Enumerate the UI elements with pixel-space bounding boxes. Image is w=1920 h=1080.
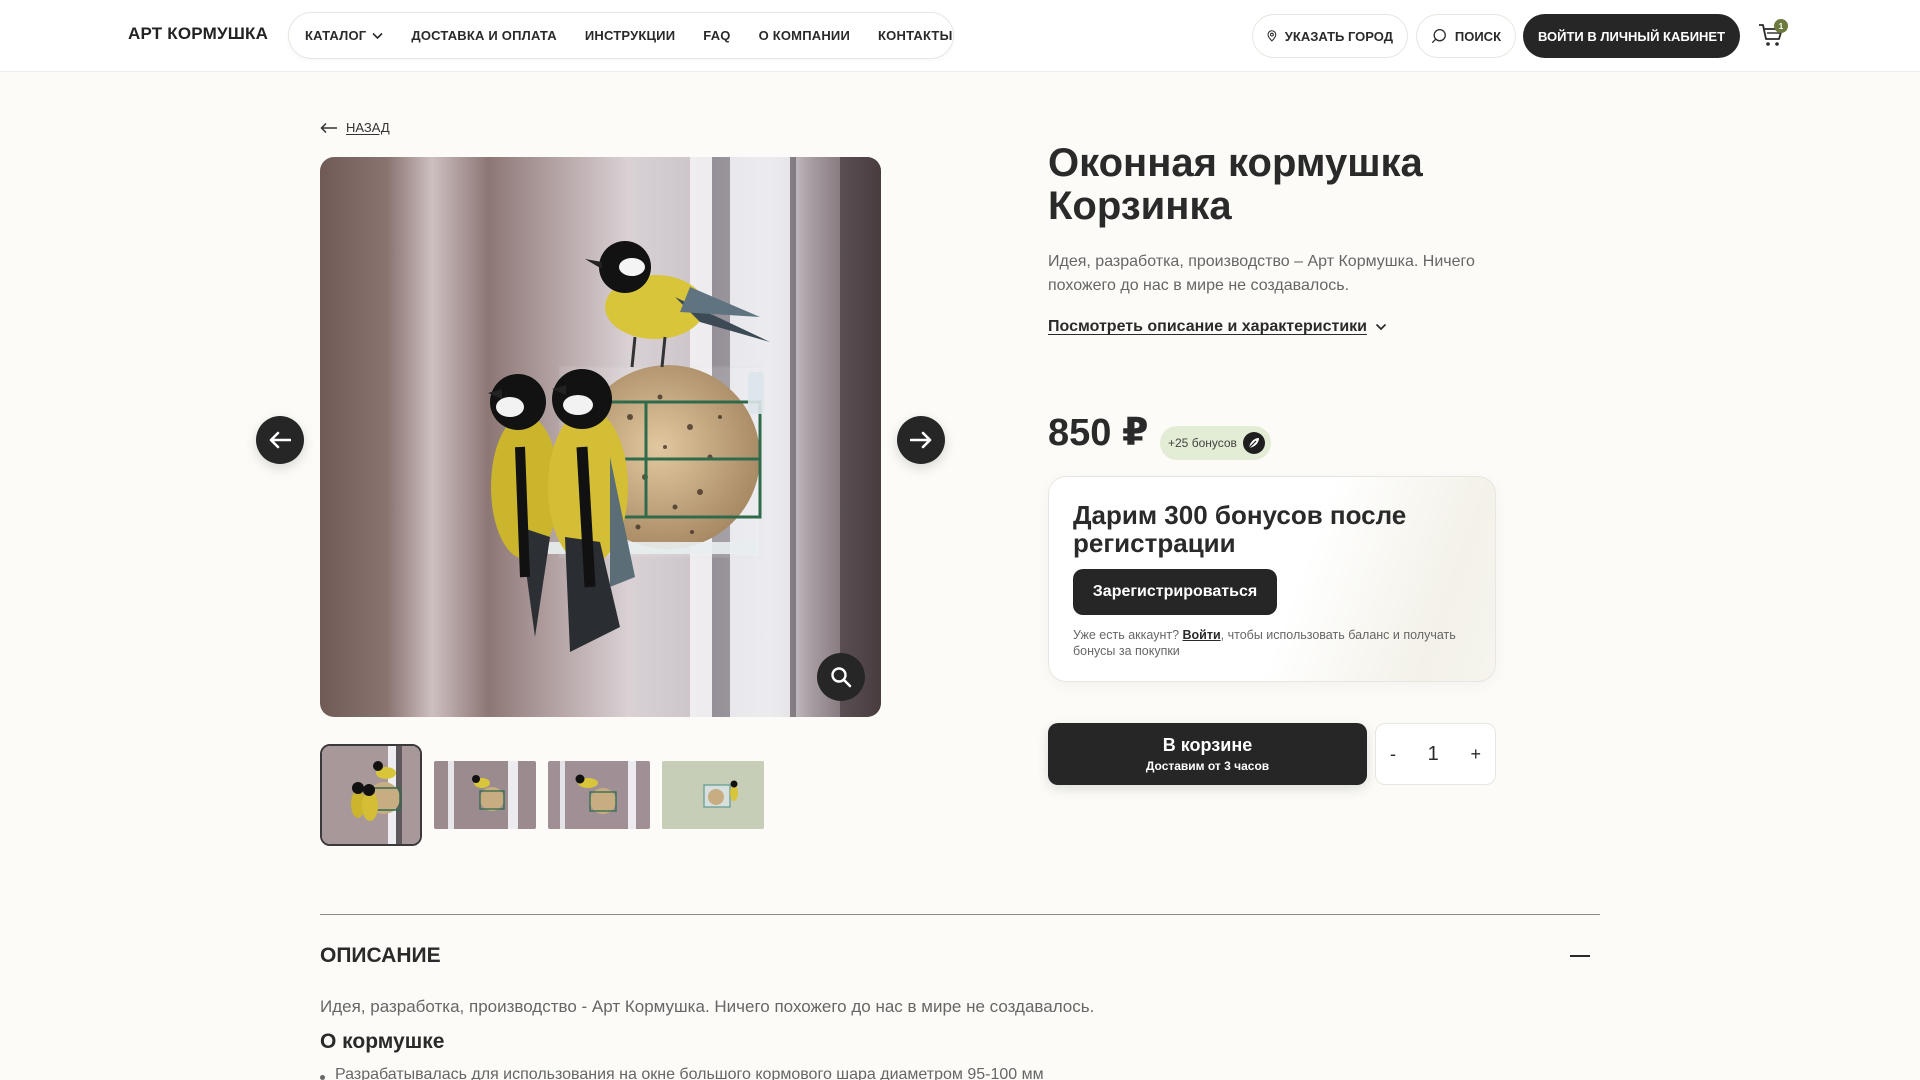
product-photo (320, 157, 881, 717)
nav-item-delivery[interactable]: ДОСТАВКА И ОПЛАТА (397, 28, 570, 43)
gallery-next-button[interactable] (897, 416, 945, 464)
nav-item-faq[interactable]: FAQ (689, 28, 744, 43)
quantity-decrease-button[interactable]: - (1390, 744, 1396, 765)
nav-item-about[interactable]: О КОМПАНИИ (745, 28, 864, 43)
details-link[interactable]: Посмотреть описание и характеристики (1048, 318, 1387, 336)
search-button[interactable]: ПОИСК (1416, 14, 1516, 58)
thumbnail[interactable] (548, 761, 650, 829)
bonus-label: +25 бонусов (1168, 436, 1237, 450)
search-icon (1431, 29, 1446, 43)
product-price: 850 ₽ (1048, 412, 1149, 454)
quantity-stepper: - 1 + (1375, 723, 1496, 785)
delivery-note: Доставим от 3 часов (1145, 759, 1270, 773)
promo-login-link[interactable]: Войти (1183, 628, 1221, 642)
chevron-down-icon (1375, 323, 1387, 331)
section-divider (320, 914, 1600, 915)
description-section-title[interactable]: ОПИСАНИЕ (320, 944, 441, 968)
register-button[interactable]: Зарегистрироваться (1073, 569, 1277, 615)
bullet-dot (320, 1075, 325, 1080)
city-selector-button[interactable]: УКАЗАТЬ ГОРОД (1252, 14, 1408, 58)
arrow-right-icon (910, 431, 932, 449)
arrow-left-icon (320, 122, 337, 133)
header: АРТ КОРМУШКА КАТАЛОГ ДОСТАВКА И ОПЛАТА И… (0, 0, 1920, 72)
zoom-button[interactable] (817, 653, 865, 701)
nav-item-label: КАТАЛОГ (305, 28, 367, 43)
registration-promo-card: Дарим 300 бонусов после регистрации Заре… (1048, 476, 1496, 682)
promo-note: Уже есть аккаунт? Войти, чтобы использов… (1073, 627, 1473, 659)
product-short-description: Идея, разработка, производство – Арт Кор… (1048, 253, 1475, 294)
login-button[interactable]: ВОЙТИ В ЛИЧНЫЙ КАБИНЕТ (1523, 14, 1740, 58)
in-cart-label: В корзине (1162, 735, 1253, 755)
chevron-down-icon (372, 32, 383, 39)
city-label: УКАЗАТЬ ГОРОД (1284, 28, 1393, 44)
nav-item-instructions[interactable]: ИНСТРУКЦИИ (571, 28, 689, 43)
minus-icon[interactable] (1570, 955, 1590, 957)
thumbnail[interactable] (662, 761, 764, 829)
list-item-text: Разрабатывалась для использования на окн… (335, 1066, 1044, 1080)
search-label: ПОИСК (1454, 28, 1501, 44)
thumbnail-strip (320, 744, 764, 846)
back-link[interactable]: НАЗАД (320, 120, 390, 135)
cart-button[interactable]: 1 (1758, 19, 1788, 50)
quantity-value: 1 (1427, 742, 1439, 765)
gallery-prev-button[interactable] (256, 416, 304, 464)
logo[interactable]: АРТ КОРМУШКА (128, 24, 268, 44)
nav-item-catalog[interactable]: КАТАЛОГ (305, 28, 397, 43)
thumbnail[interactable] (320, 744, 422, 846)
product-title: Оконная кормушка Корзинка (1048, 141, 1423, 228)
thumbnail[interactable] (434, 761, 536, 829)
cart-count-badge: 1 (1774, 19, 1788, 33)
zoom-icon (831, 667, 852, 688)
list-item: Разрабатывалась для использования на окн… (320, 1066, 1044, 1080)
arrow-left-icon (269, 431, 291, 449)
in-cart-button[interactable]: В корзине Доставим от 3 часов (1048, 723, 1367, 785)
main-nav: КАТАЛОГ ДОСТАВКА И ОПЛАТА ИНСТРУКЦИИ FAQ… (288, 12, 954, 59)
promo-note-text: Уже есть аккаунт? (1073, 628, 1183, 642)
details-link-label: Посмотреть описание и характеристики (1048, 318, 1367, 335)
leaf-icon (1242, 432, 1265, 454)
description-text: Идея, разработка, производство - Арт Кор… (320, 997, 1095, 1016)
quantity-increase-button[interactable]: + (1470, 744, 1481, 765)
nav-item-contacts[interactable]: КОНТАКТЫ (864, 28, 966, 43)
bonus-badge: +25 бонусов (1160, 426, 1271, 460)
location-pin-icon (1267, 30, 1277, 42)
promo-title: Дарим 300 бонусов после регистрации (1073, 500, 1407, 558)
description-subtitle: О кормушке (320, 1030, 445, 1053)
back-label: НАЗАД (346, 120, 390, 135)
product-main-image[interactable] (320, 157, 881, 717)
